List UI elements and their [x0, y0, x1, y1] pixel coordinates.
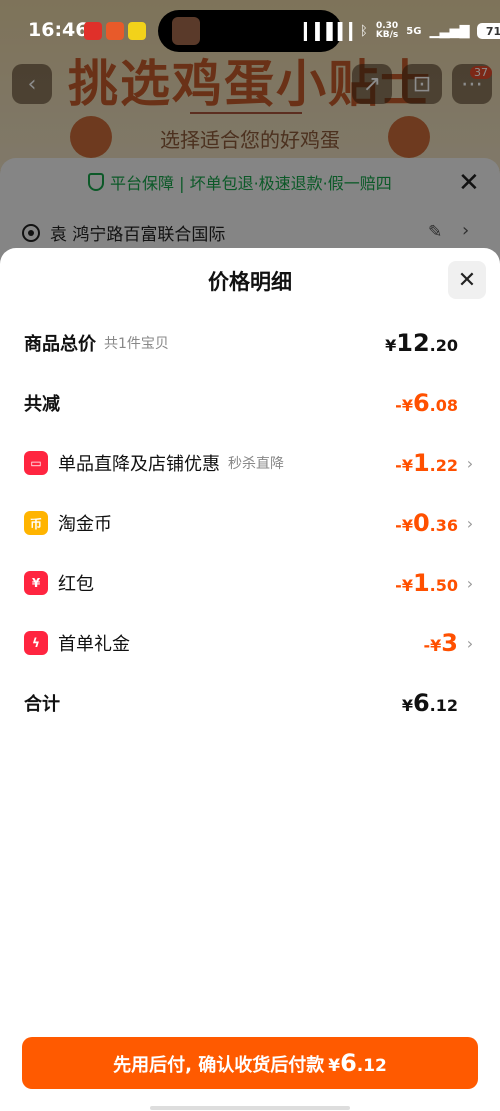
row-label: 单品直降及店铺优惠 — [58, 454, 220, 475]
price-row-discount-total: 共减 -¥ 6.08 — [24, 385, 476, 421]
row-amount: ¥12.20 — [385, 329, 458, 357]
network-speed: 0.30 KB/s — [375, 21, 399, 40]
pay-button-label: 先用后付, 确认收货后付款 — [113, 1055, 325, 1076]
close-button[interactable]: ✕ — [448, 261, 486, 299]
row-label: 首单礼金 — [58, 634, 130, 655]
row-sublabel: 秒杀直降 — [228, 456, 284, 472]
row-amount: ¥6.12 — [401, 689, 458, 717]
coin-icon: 币 — [24, 511, 48, 535]
chevron-right-icon: › — [466, 573, 474, 593]
price-row-sum: 合计 ¥6.12 — [24, 685, 476, 721]
price-row-total: 商品总价 共1件宝贝 ¥12.20 — [24, 325, 476, 361]
chevron-right-icon: › — [466, 453, 474, 473]
close-icon: ✕ — [457, 267, 477, 293]
network-type: 5G — [406, 25, 422, 37]
row-label: 淘金币 — [58, 514, 112, 535]
row-amount: -¥ 1.50 — [395, 569, 458, 597]
price-row-first-order-gift[interactable]: ϟ 首单礼金 -¥ 3 › — [24, 625, 476, 661]
sheet-title: 价格明细 — [208, 270, 292, 294]
pay-later-confirm-button[interactable]: 先用后付, 确认收货后付款 ¥6.12 — [22, 1037, 478, 1089]
row-amount: -¥ 1.22 — [395, 449, 458, 477]
price-row-store-discount[interactable]: ▭ 单品直降及店铺优惠 秒杀直降 -¥ 1.22 › — [24, 445, 476, 481]
lightning-icon: ϟ — [24, 631, 48, 655]
home-indicator[interactable] — [150, 1106, 350, 1110]
chevron-right-icon: › — [466, 513, 474, 533]
status-time: 16:46 — [28, 19, 89, 41]
row-label: 共减 — [24, 394, 60, 415]
media-thumbnail — [172, 17, 200, 45]
dynamic-island[interactable]: ▎▍▌▍▎ — [158, 10, 362, 52]
chevron-right-icon: › — [466, 633, 474, 653]
app-notification-icon — [128, 22, 146, 40]
row-amount: -¥ 3 — [423, 629, 458, 657]
store-icon: ▭ — [24, 451, 48, 475]
row-label: 红包 — [58, 574, 94, 595]
battery-icon: 71 — [477, 23, 500, 39]
signal-icon: ▁▃▅▇ — [429, 23, 470, 39]
row-label: 商品总价 — [24, 334, 96, 355]
price-row-red-packet[interactable]: ¥ 红包 -¥ 1.50 › — [24, 565, 476, 601]
row-amount: -¥ 6.08 — [395, 389, 458, 417]
price-row-taojinbi[interactable]: 币 淘金币 -¥ 0.36 › — [24, 505, 476, 541]
row-label: 合计 — [24, 694, 60, 715]
app-notification-icon — [84, 22, 102, 40]
price-detail-sheet: 价格明细 ✕ 商品总价 共1件宝贝 ¥12.20 共减 -¥ 6.08 ▭ 单品直… — [0, 248, 500, 1111]
red-packet-icon: ¥ — [24, 571, 48, 595]
row-amount: -¥ 0.36 — [395, 509, 458, 537]
system-icons: ᛒ 0.30 KB/s 5G ▁▃▅▇ 71 — [360, 22, 500, 40]
audio-wave-icon: ▎▍▌▍▎ — [304, 22, 362, 41]
bluetooth-vibrate-icon: ᛒ — [360, 23, 368, 39]
row-sublabel: 共1件宝贝 — [104, 336, 169, 352]
status-bar: 16:46 ▎▍▌▍▎ ᛒ 0.30 KB/s 5G ▁▃▅▇ 71 — [0, 0, 500, 60]
app-notification-icon — [106, 22, 124, 40]
